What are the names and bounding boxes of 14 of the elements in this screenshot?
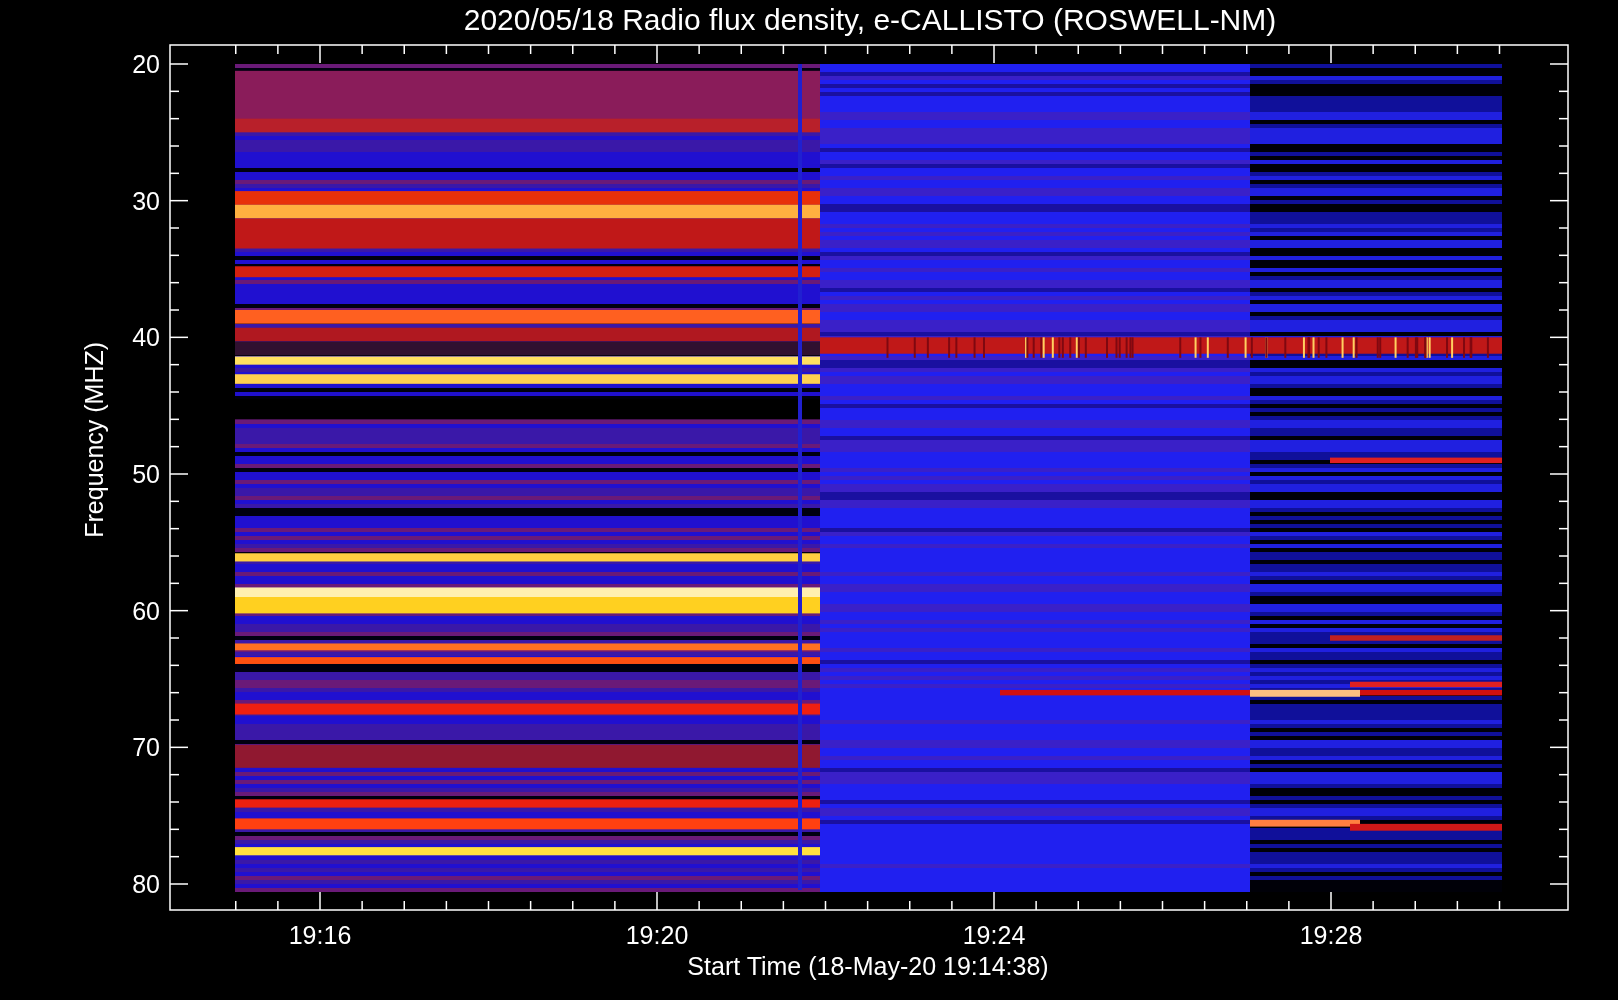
x-tick-label: 19:20	[625, 921, 689, 949]
x-tick-label: 19:28	[1299, 921, 1363, 949]
y-tick-label: 70	[132, 733, 160, 762]
y-tick-label: 50	[132, 460, 160, 488]
x-axis-label: Start Time (18-May-20 19:14:38)	[687, 952, 1049, 980]
y-tick-label: 80	[132, 870, 160, 898]
y-tick-label: 30	[132, 186, 160, 215]
x-tick-label: 19:16	[288, 921, 352, 949]
y-tick-label: 20	[132, 50, 160, 78]
y-axis-label: Frequency (MHZ)	[80, 341, 108, 538]
x-tick-label: 19:24	[962, 921, 1026, 949]
y-tick-label: 40	[132, 323, 160, 352]
y-tick-label: 60	[132, 596, 160, 625]
plot-title: 2020/05/18 Radio flux density, e-CALLISTO (ROSWELL-NM)	[463, 3, 1277, 36]
